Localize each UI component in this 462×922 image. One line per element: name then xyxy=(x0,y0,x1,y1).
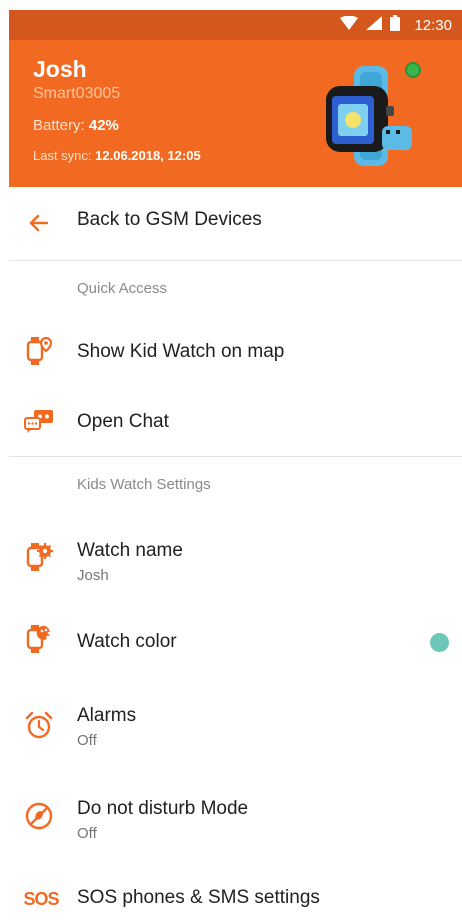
quick-access-heading: Quick Access xyxy=(77,280,168,297)
show-on-map-label: Show Kid Watch on map xyxy=(77,341,285,362)
status-time: 12:30 xyxy=(414,16,452,34)
chat-icon xyxy=(23,405,55,437)
sos-label: SOS phones & SMS settings xyxy=(77,887,320,908)
alarms-label: Alarms xyxy=(77,705,137,726)
open-chat-item[interactable]: Open Chat xyxy=(9,387,462,455)
watch-name-item[interactable]: Watch name Josh xyxy=(9,525,462,595)
open-chat-label: Open Chat xyxy=(77,411,169,432)
do-not-disturb-icon xyxy=(23,800,55,832)
signal-icon xyxy=(366,16,383,34)
watch-color-label: Watch color xyxy=(77,631,177,652)
sos-icon: SOS xyxy=(19,883,63,915)
side-menu: Back to GSM Devices Quick Access Show Ki… xyxy=(9,187,462,909)
alarms-item[interactable]: Alarms Off xyxy=(9,691,462,761)
sos-icon-text: SOS xyxy=(23,888,59,909)
watch-settings-icon xyxy=(23,541,55,573)
status-bar: 12:30 xyxy=(9,10,462,40)
wifi-icon xyxy=(340,15,359,34)
battery-label: Battery: xyxy=(33,117,85,134)
dnd-label: Do not disturb Mode xyxy=(77,798,249,819)
watch-location-icon xyxy=(23,335,55,367)
watch-name-value: Josh xyxy=(77,567,109,584)
watch-color-icon xyxy=(23,623,55,655)
watch-name-label: Watch name xyxy=(77,540,183,561)
sync-label: Last sync: xyxy=(33,148,92,163)
show-on-map-item[interactable]: Show Kid Watch on map xyxy=(9,317,462,385)
watch-color-swatch xyxy=(430,633,449,652)
alarms-value: Off xyxy=(77,732,97,749)
divider xyxy=(9,456,462,457)
online-indicator xyxy=(405,62,421,78)
dnd-value: Off xyxy=(77,825,97,842)
battery-value: 42% xyxy=(88,117,119,134)
sos-settings-item[interactable]: SOS SOS phones & SMS settings xyxy=(9,877,462,921)
device-header: Josh Smart03005 Battery: 42% Last sync: … xyxy=(9,40,462,187)
battery-status: Battery: 42% xyxy=(33,117,119,134)
sync-value: 12.06.2018, 12:05 xyxy=(95,148,201,163)
do-not-disturb-item[interactable]: Do not disturb Mode Off xyxy=(9,784,462,854)
divider xyxy=(9,260,462,261)
alarm-clock-icon xyxy=(23,709,55,741)
back-arrow-icon xyxy=(23,207,55,239)
device-id: Smart03005 xyxy=(33,85,121,102)
battery-icon xyxy=(390,15,401,35)
app-frame: 12:30 Josh Smart03005 Battery: 42% Last … xyxy=(0,0,462,922)
watch-color-item[interactable]: Watch color xyxy=(9,607,462,677)
back-label: Back to GSM Devices xyxy=(77,209,262,230)
device-name: Josh xyxy=(33,56,87,82)
last-sync: Last sync: 12.06.2018, 12:05 xyxy=(33,148,201,163)
back-to-devices[interactable]: Back to GSM Devices xyxy=(9,187,462,259)
settings-heading: Kids Watch Settings xyxy=(77,476,211,493)
watch-image xyxy=(326,66,412,166)
left-edge xyxy=(0,0,9,922)
